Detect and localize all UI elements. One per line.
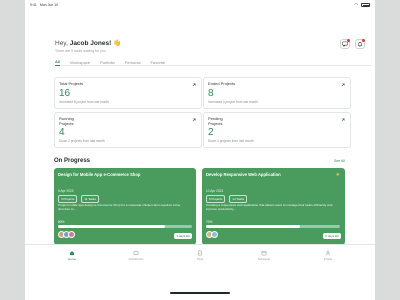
project-description: Project mobile app design e-Commerce Sho… <box>58 203 181 211</box>
progress-fill <box>206 225 300 228</box>
filter-tabs: All Workspace Portfolio Personal Favorit… <box>55 58 371 66</box>
wave-emoji: 👋 <box>113 40 122 47</box>
nav-item-dashboard[interactable]: Dashboard <box>116 245 156 266</box>
progress-percent: 70% <box>206 220 213 224</box>
due-chip: 3 days left <box>174 233 192 239</box>
tasks-count-chip: 14 Tasks <box>229 195 248 203</box>
nav-label: Dashboard <box>128 257 144 261</box>
notification-dot <box>347 39 350 42</box>
progress-fill <box>58 225 166 228</box>
nav-item-task[interactable]: Task <box>180 245 220 266</box>
tab-all[interactable]: All <box>55 58 61 66</box>
status-bar: 9:41 Mon Jun 10 ◠ <box>25 0 375 10</box>
stat-card-ended[interactable]: Ended Projects 8 Increased 4 project fro… <box>203 77 351 109</box>
stat-value: 2 <box>208 127 214 138</box>
project-card[interactable]: Design for Mobile App e-Commerce Shop 6 … <box>54 168 196 245</box>
tablet-screen: 9:41 Mon Jun 10 ◠ Hey, Jacob Jones! 👋 Th… <box>25 0 375 300</box>
tab-favorite[interactable]: Favorite <box>151 58 165 66</box>
messages-button[interactable] <box>340 39 350 49</box>
star-icon[interactable]: ★ <box>336 172 340 178</box>
nav-label: Task <box>196 257 204 261</box>
stat-note: Increased 4 project from last month <box>208 100 258 104</box>
tab-workspace[interactable]: Workspace <box>70 58 90 66</box>
greeting: Hey, Jacob Jones! 👋 <box>55 39 365 47</box>
notification-dot <box>362 39 365 42</box>
nav-label: Home <box>67 257 76 261</box>
bottom-nav: Home Dashboard Task Schedule Profile <box>25 244 375 266</box>
nav-item-profile[interactable]: Profile <box>308 245 348 266</box>
stat-card-pending[interactable]: Pending Projects 2 Down 3 projects from … <box>203 112 351 148</box>
arrow-up-right-icon <box>192 83 196 87</box>
notifications-button[interactable] <box>355 39 365 49</box>
calendar-icon <box>261 250 267 256</box>
home-indicator <box>170 292 230 294</box>
project-description: Creating a responsive web application th… <box>206 203 333 211</box>
stat-label: Pending Projects <box>208 116 223 126</box>
project-date: 6 Apr 2023 <box>58 189 74 193</box>
dashboard-icon <box>133 250 139 256</box>
see-all-link[interactable]: See All <box>334 159 345 163</box>
project-date: 10 Apr 2023 <box>206 189 224 193</box>
stat-note: Down 2 projects from last month <box>59 139 105 143</box>
stat-label: Ended Projects <box>208 81 236 86</box>
member-avatars <box>58 231 75 238</box>
stat-label: Total Projects <box>59 81 84 86</box>
greeting-subtitle: There are 9 tasks waiting for you <box>55 49 106 53</box>
project-title: Design for Mobile App e-Commerce Shop <box>58 172 141 177</box>
tab-personal[interactable]: Personal <box>125 58 141 66</box>
stat-card-total[interactable]: Total Projects 16 Increased 8 project fr… <box>54 77 202 109</box>
user-icon <box>325 250 331 256</box>
due-chip: 5 days left <box>323 233 341 239</box>
nav-item-schedule[interactable]: Schedule <box>244 245 284 266</box>
stat-note: Down 3 projects from last month <box>208 139 254 143</box>
stat-card-running[interactable]: Running Projects 4 Down 2 projects from … <box>54 112 202 148</box>
task-icon <box>197 250 203 256</box>
avatar <box>211 231 218 238</box>
nav-label: Profile <box>323 257 333 261</box>
arrow-up-right-icon <box>341 118 345 122</box>
status-time: 9:41 <box>30 3 37 7</box>
tasks-count-chip: 11 Tasks <box>81 195 99 203</box>
stat-value: 8 <box>208 88 214 99</box>
greeting-prefix: Hey, <box>55 40 68 47</box>
project-card[interactable]: Develop Responsive Web Application ★ 10 … <box>202 168 345 245</box>
battery-icon <box>361 3 370 7</box>
home-icon <box>69 251 75 256</box>
section-title: On Progress <box>54 158 91 164</box>
stat-note: Increased 8 project from last month <box>59 100 109 104</box>
project-title: Develop Responsive Web Application <box>206 172 281 177</box>
stat-value: 4 <box>59 127 65 138</box>
arrow-up-right-icon <box>192 118 196 122</box>
user-name: Jacob Jones! <box>69 40 112 47</box>
wifi-icon: ◠ <box>354 2 359 7</box>
projects-count-chip: 5 Projects <box>206 195 226 203</box>
progress-percent: 80% <box>58 220 65 224</box>
progress-bar <box>206 225 340 228</box>
nav-item-home[interactable]: Home <box>52 245 92 266</box>
nav-label: Schedule <box>257 257 271 261</box>
tab-portfolio[interactable]: Portfolio <box>100 58 115 66</box>
arrow-up-right-icon <box>341 83 345 87</box>
stat-value: 16 <box>59 88 71 99</box>
status-date: Mon Jun 10 <box>39 3 59 7</box>
stat-label: Running Projects <box>59 116 74 126</box>
member-avatars <box>206 231 218 238</box>
avatar <box>68 231 75 238</box>
projects-count-chip: 4 Projects <box>58 195 78 203</box>
progress-bar <box>58 225 192 228</box>
